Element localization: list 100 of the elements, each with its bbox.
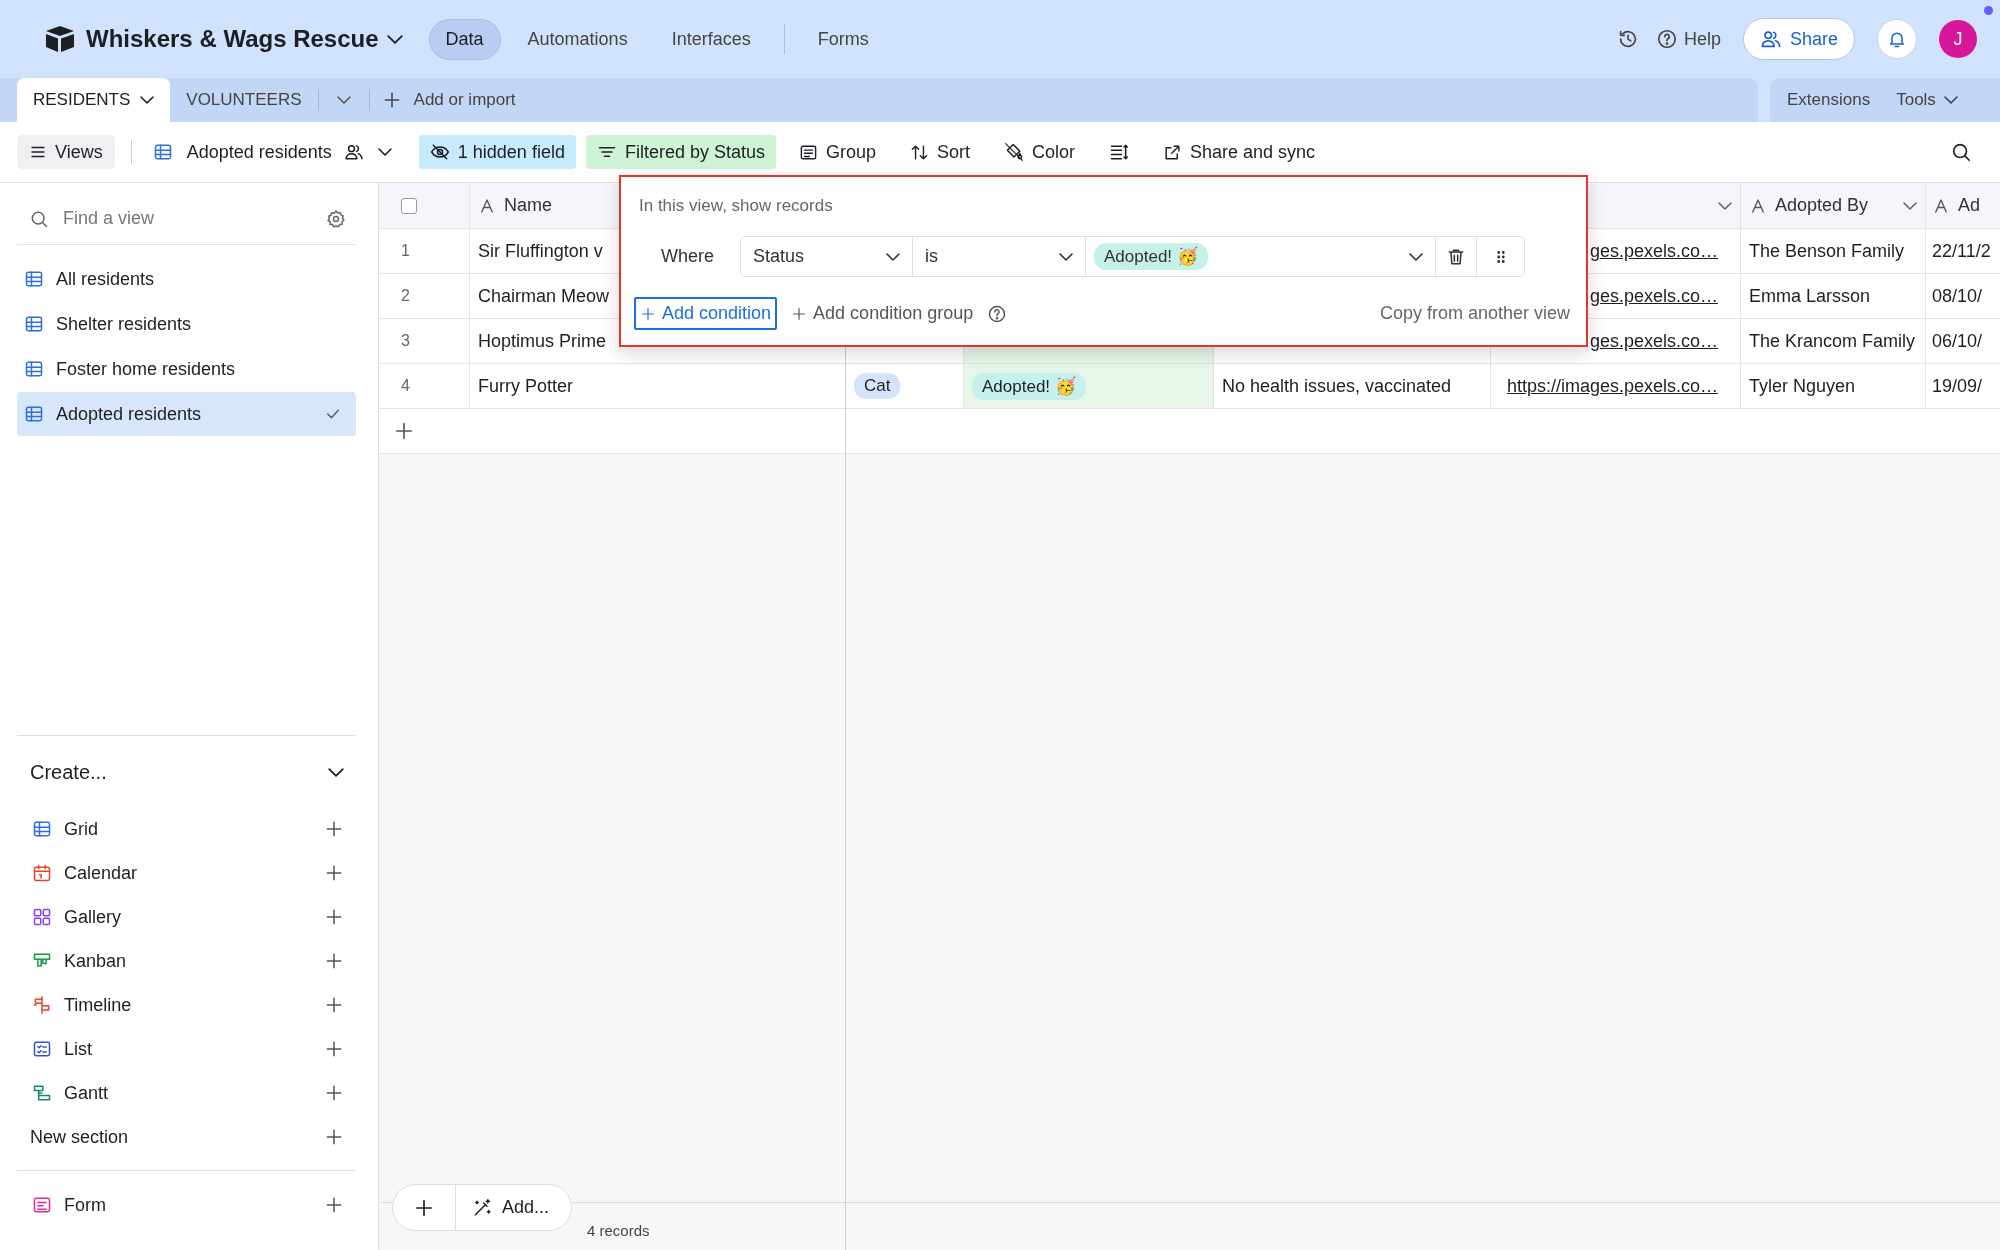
create-section-item[interactable]: New section xyxy=(17,1115,356,1159)
views-button[interactable]: Views xyxy=(17,135,115,169)
filter-button[interactable]: Filtered by Status xyxy=(585,135,776,169)
add-condition-button[interactable]: Add condition xyxy=(634,297,778,330)
magic-wand-icon xyxy=(472,1197,492,1218)
extensions-button[interactable]: Extensions xyxy=(1787,90,1871,110)
gallery-icon xyxy=(32,907,52,927)
column-header[interactable]: Adopted By xyxy=(1741,183,1926,229)
checkbox[interactable] xyxy=(401,197,417,214)
grid-icon xyxy=(24,359,44,379)
caret-icon xyxy=(336,96,351,104)
view-item[interactable]: Shelter residents xyxy=(17,302,356,346)
copy-filter-link[interactable]: Copy from another view xyxy=(1379,303,1570,324)
paint-bucket-icon xyxy=(1004,142,1024,162)
form-icon xyxy=(32,1195,52,1215)
plus-icon xyxy=(393,420,415,442)
help-icon xyxy=(987,303,1008,324)
plus-icon xyxy=(324,819,344,839)
user-avatar[interactable]: J xyxy=(1939,20,1977,58)
caret-icon xyxy=(1903,201,1917,210)
notification-dot xyxy=(1984,6,1993,15)
checklist-icon xyxy=(32,1039,52,1059)
create-section-toggle[interactable]: Create... xyxy=(17,750,356,794)
settings-icon xyxy=(326,208,346,229)
create-view-item[interactable]: Form xyxy=(17,1183,356,1227)
timeline-icon xyxy=(32,995,52,1015)
group-icon xyxy=(798,142,818,162)
nav-tab[interactable]: Data xyxy=(428,18,501,60)
base-name-button[interactable]: Whiskers & Wags Rescue xyxy=(86,25,403,53)
sort-button[interactable]: Sort xyxy=(899,135,981,169)
operator-dropdown[interactable]: is xyxy=(913,237,1086,276)
popup-title: In this view, show records xyxy=(638,195,834,216)
plus-icon xyxy=(324,863,344,883)
create-view-item[interactable]: Gallery xyxy=(17,895,356,939)
table-tab[interactable]: VOLUNTEERS xyxy=(170,78,318,122)
notifications-button[interactable] xyxy=(1877,19,1917,59)
create-view-item[interactable]: Kanban xyxy=(17,939,356,983)
caret-icon xyxy=(1409,252,1423,261)
field-dropdown[interactable]: Status xyxy=(741,237,913,276)
photo-link[interactable]: https://images.pexels.co… xyxy=(1506,375,1718,397)
add-row-button[interactable] xyxy=(393,420,415,442)
plus-icon xyxy=(791,305,808,322)
caret-icon xyxy=(386,34,403,44)
photo-link[interactable]: ges.pexels.co… xyxy=(1589,330,1718,352)
share-button[interactable]: Share xyxy=(1742,18,1855,60)
record-count: 4 records xyxy=(587,1222,650,1239)
create-view-item[interactable]: Timeline xyxy=(17,983,356,1027)
view-item[interactable]: All residents xyxy=(17,257,356,301)
calendar-icon xyxy=(32,863,52,883)
caret-icon xyxy=(328,767,344,777)
grid-icon xyxy=(24,404,44,424)
search-field[interactable]: Find a view xyxy=(61,207,314,230)
nav-tab[interactable]: Interfaces xyxy=(654,18,768,60)
gantt-icon xyxy=(32,1083,52,1103)
plus-icon xyxy=(324,1195,344,1215)
photo-link[interactable]: ges.pexels.co… xyxy=(1589,285,1718,307)
help-button[interactable]: Help xyxy=(1655,28,1721,50)
people-icon xyxy=(1759,28,1782,50)
eye-off-icon xyxy=(429,142,450,162)
share-sync-button[interactable]: Share and sync xyxy=(1152,135,1327,169)
nav-tab[interactable]: Automations xyxy=(510,18,645,60)
species-tag: Cat xyxy=(854,373,901,399)
grid-icon xyxy=(24,269,44,289)
create-view-item[interactable]: Gantt xyxy=(17,1071,356,1115)
bell-icon xyxy=(1887,29,1907,49)
group-button[interactable]: Group xyxy=(787,135,887,169)
view-item[interactable]: Adopted residents xyxy=(17,392,356,436)
value-dropdown[interactable]: Adopted! 🥳 xyxy=(1086,237,1436,276)
plus-icon xyxy=(324,995,344,1015)
external-link-icon xyxy=(1163,142,1183,162)
plus-icon xyxy=(640,305,656,322)
nav-tab[interactable]: Forms xyxy=(800,18,886,60)
logo-icon xyxy=(44,25,76,53)
search-icon xyxy=(1950,141,1972,163)
caret-icon xyxy=(1943,96,1958,104)
plus-icon xyxy=(324,1083,344,1103)
plus-icon xyxy=(324,1039,344,1059)
help-icon xyxy=(1655,28,1678,50)
color-button[interactable]: Color xyxy=(993,135,1087,169)
plus-icon xyxy=(324,951,344,971)
create-view-item[interactable]: Calendar xyxy=(17,851,356,895)
create-view-item[interactable]: Grid xyxy=(17,807,356,851)
grid-icon xyxy=(32,819,52,839)
plus-icon xyxy=(324,1127,344,1147)
add-table-button[interactable]: Add or import xyxy=(369,78,516,122)
table-icon xyxy=(152,142,173,162)
create-view-item[interactable]: List xyxy=(17,1027,356,1071)
sort-icon xyxy=(910,142,929,162)
caret-icon xyxy=(377,148,392,156)
view-switcher[interactable]: Adopted residents xyxy=(141,135,403,169)
view-item[interactable]: Foster home residents xyxy=(17,347,356,391)
caret-icon xyxy=(1059,252,1073,261)
caret-icon xyxy=(1718,201,1732,210)
photo-link[interactable]: ges.pexels.co… xyxy=(1589,240,1718,262)
conjunction-label: Where xyxy=(661,246,715,267)
hidden-fields-button[interactable]: 1 hidden field xyxy=(418,135,576,169)
table-tab[interactable]: RESIDENTS xyxy=(17,78,171,122)
people-icon xyxy=(343,142,364,162)
caret-icon xyxy=(886,252,900,261)
tools-button[interactable]: Tools xyxy=(1896,90,1958,110)
